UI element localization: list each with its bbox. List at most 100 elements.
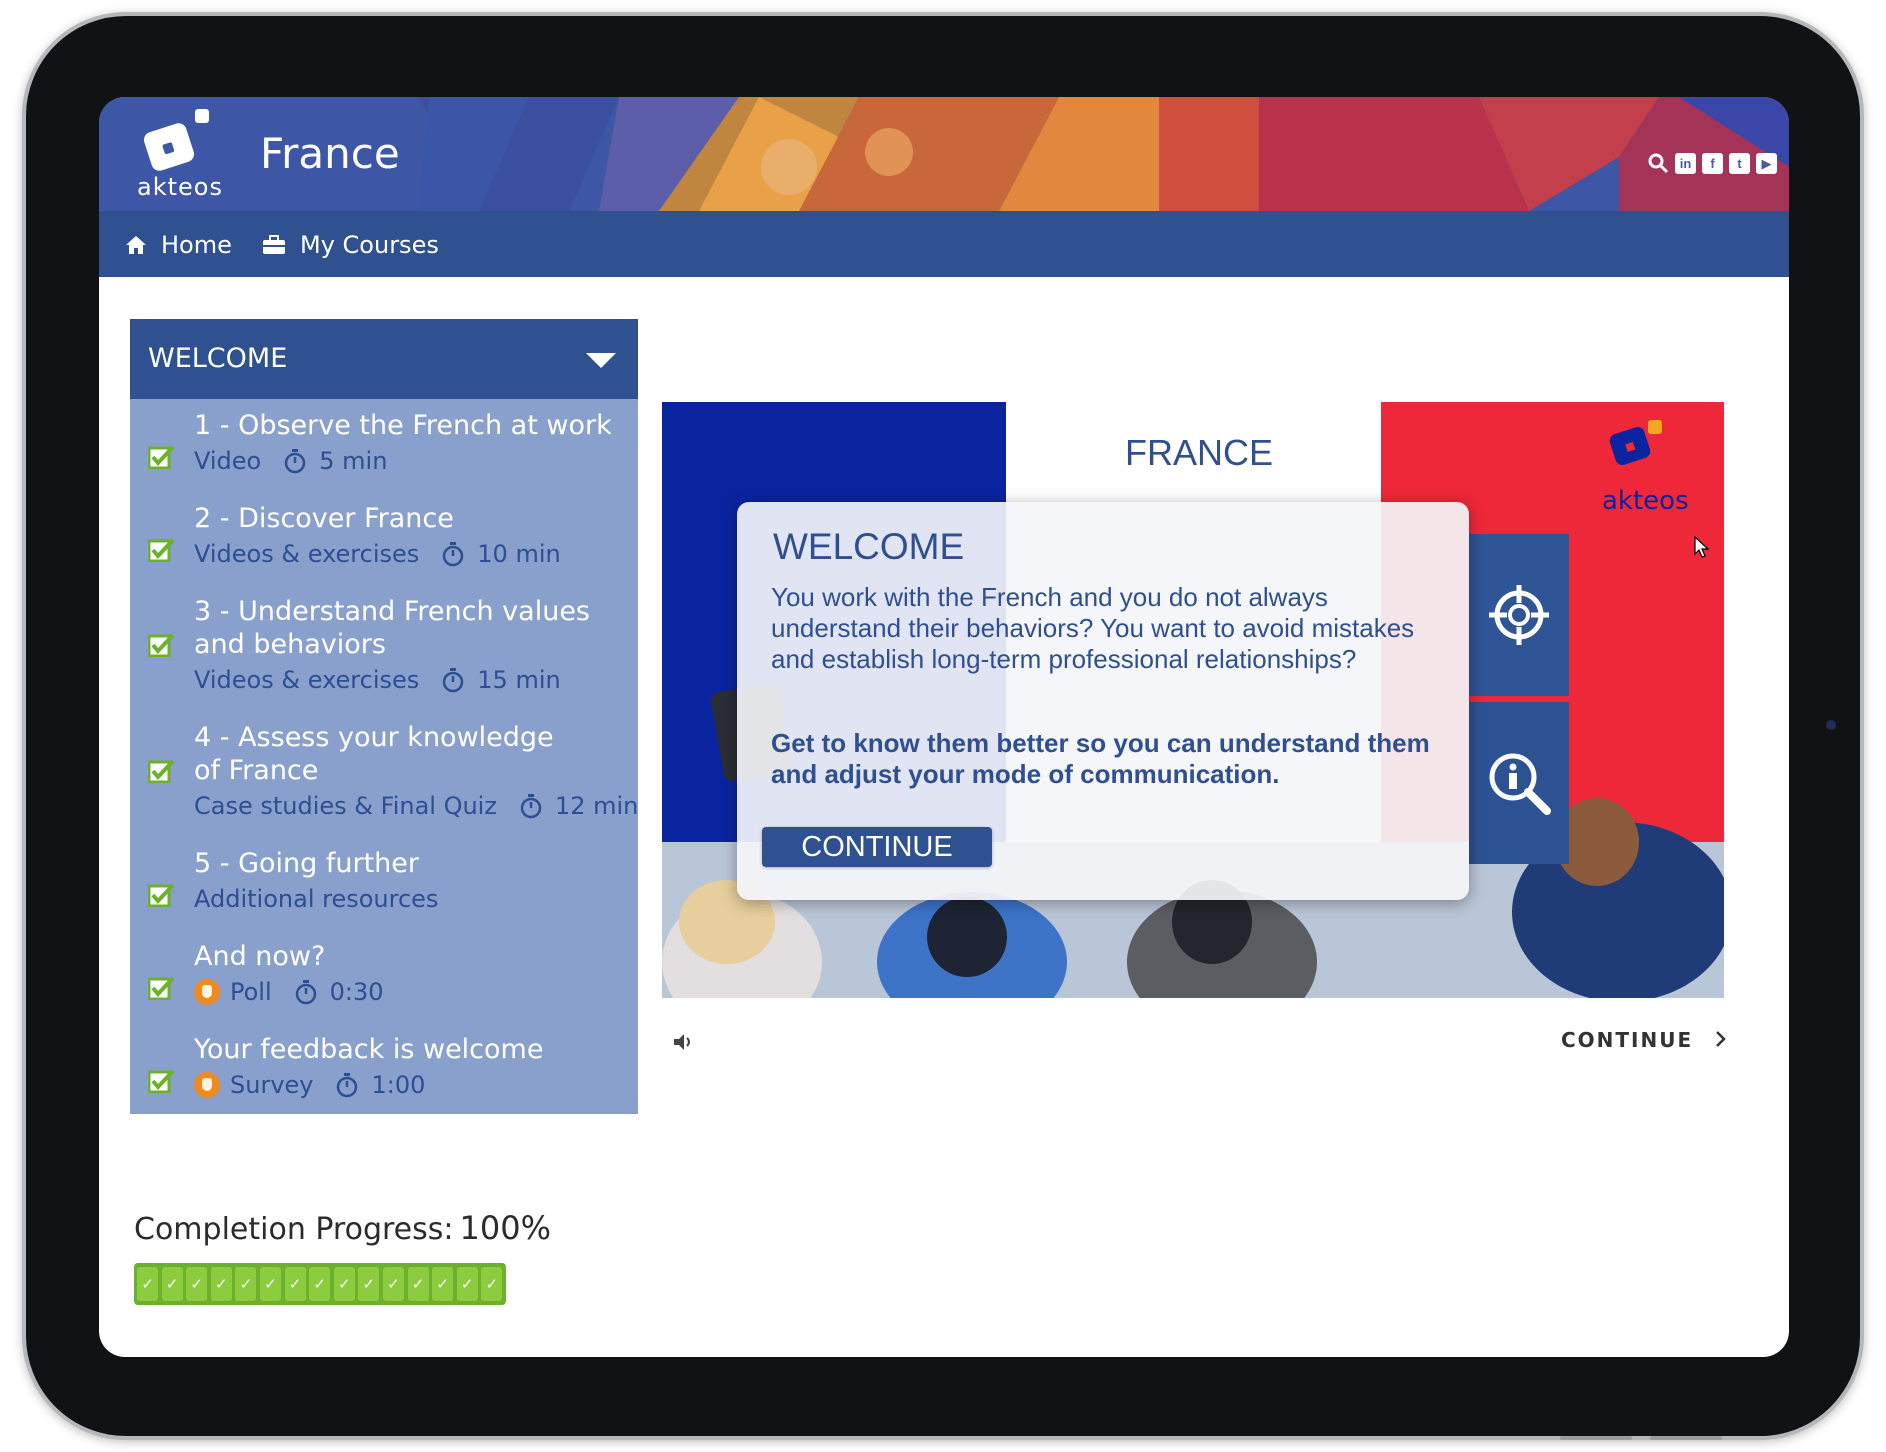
item-duration: 5 min: [319, 447, 388, 475]
progress-value: 100%: [459, 1209, 551, 1247]
item-type: Poll: [230, 978, 272, 1006]
timer-icon: [443, 542, 464, 567]
volume-button: [1650, 1436, 1722, 1440]
checkbox-checked-icon: [148, 883, 175, 907]
course-slide: FRANCE akteos WELCOME You work with the …: [662, 402, 1724, 998]
list-item[interactable]: 3 - Understand French values and behavio…: [130, 595, 638, 695]
progress-segment: ✓: [382, 1267, 404, 1301]
progress-segment: ✓: [432, 1267, 454, 1301]
item-type: Additional resources: [194, 885, 439, 913]
list-item[interactable]: 2 - Discover France Videos & exercises 1…: [130, 502, 638, 572]
facebook-icon[interactable]: f: [1702, 153, 1723, 174]
section-header-welcome[interactable]: WELCOME: [130, 319, 638, 399]
continue-label: CONTINUE: [1561, 1028, 1694, 1052]
item-duration: 10 min: [477, 540, 561, 568]
timer-icon: [443, 668, 464, 693]
progress-label: Completion Progress: 100%: [134, 1209, 551, 1247]
checkbox-checked-icon: [148, 633, 175, 657]
checkbox-checked-icon: [148, 538, 175, 562]
progress-segment: ✓: [259, 1267, 281, 1301]
item-title: 1 - Observe the French at work: [194, 410, 612, 441]
item-title: 4 - Assess your knowledge of France: [194, 722, 554, 786]
info-search-tile[interactable]: [1469, 702, 1569, 864]
progress-segment: ✓: [235, 1267, 257, 1301]
progress-segment: ✓: [137, 1267, 158, 1301]
section-title: WELCOME: [148, 343, 288, 374]
target-tile[interactable]: [1469, 534, 1569, 696]
home-icon: [126, 236, 146, 254]
mouse-cursor-icon: [1694, 536, 1710, 558]
progress-label-text: Completion Progress:: [134, 1212, 454, 1247]
welcome-modal: WELCOME You work with the French and you…: [737, 502, 1469, 900]
nav-my-courses[interactable]: My Courses: [262, 231, 439, 259]
item-type: Video: [194, 447, 262, 475]
item-meta: Videos & exercises 15 min: [194, 666, 561, 694]
hand-icon: [194, 1072, 220, 1098]
search-icon[interactable]: [1648, 153, 1669, 174]
linkedin-icon[interactable]: in: [1675, 153, 1696, 174]
progress-segment: ✓: [407, 1267, 429, 1301]
list-item[interactable]: 4 - Assess your knowledge of France Case…: [130, 721, 638, 821]
progress-segment: ✓: [186, 1267, 208, 1301]
item-title: 5 - Going further: [194, 848, 419, 879]
progress-segment: ✓: [333, 1267, 355, 1301]
item-title: And now?: [194, 941, 326, 972]
akteos-logo-icon: [1609, 420, 1662, 465]
target-icon: [1489, 585, 1549, 645]
social-links: in f t ▶: [1648, 153, 1777, 174]
chevron-right-icon: [1716, 1031, 1726, 1047]
twitter-icon[interactable]: t: [1729, 153, 1750, 174]
item-meta: Videos & exercises 10 min: [194, 540, 561, 568]
caret-down-icon[interactable]: [586, 353, 616, 368]
slide-title: FRANCE: [1125, 432, 1274, 473]
timer-icon: [285, 449, 306, 474]
course-outline: WELCOME 1 - Observe the French at work V…: [130, 319, 638, 1114]
item-type: Videos & exercises: [194, 666, 420, 694]
item-type: Videos & exercises: [194, 540, 420, 568]
checkbox-checked-icon: [148, 759, 175, 783]
nav-my-courses-label: My Courses: [300, 231, 439, 259]
modal-heading: WELCOME: [773, 526, 965, 567]
screen: akteos France in f t ▶ Home My Courses W…: [99, 97, 1789, 1357]
progress-segment: ✓: [309, 1267, 331, 1301]
volume-icon[interactable]: [672, 1032, 694, 1052]
list-item[interactable]: 1 - Observe the French at work Video 5 m…: [130, 409, 638, 479]
progress-bar: ✓ ✓ ✓ ✓ ✓ ✓ ✓ ✓ ✓ ✓ ✓ ✓ ✓ ✓ ✓: [134, 1263, 506, 1305]
nav-home[interactable]: Home: [125, 231, 232, 259]
item-meta: Case studies & Final Quiz 12 min: [194, 792, 638, 820]
list-item[interactable]: And now? Poll 0:30: [130, 940, 638, 1010]
progress-segment: ✓: [481, 1267, 503, 1301]
item-meta: Survey 1:00: [194, 1071, 425, 1099]
main-nav: Home My Courses: [99, 211, 1789, 277]
info-search-icon: [1489, 753, 1551, 815]
item-duration: 12 min: [554, 792, 639, 820]
nav-home-label: Home: [161, 231, 232, 259]
modal-continue-button[interactable]: CONTINUE: [762, 827, 992, 867]
slide-logo-text: akteos: [1602, 486, 1689, 516]
briefcase-icon: [263, 235, 285, 254]
progress-segment: ✓: [284, 1267, 306, 1301]
checkbox-checked-icon: [148, 976, 175, 1000]
progress-segment: ✓: [161, 1267, 183, 1301]
hand-icon: [194, 979, 220, 1005]
item-title: 2 - Discover France: [194, 503, 454, 534]
volume-button: [1560, 1436, 1632, 1440]
header-banner: akteos France in f t ▶: [99, 97, 1789, 211]
progress-segment: ✓: [456, 1267, 478, 1301]
list-item[interactable]: Your feedback is welcome Survey 1:00: [130, 1033, 638, 1103]
logo-text: akteos: [137, 173, 223, 201]
list-item[interactable]: 5 - Going further Additional resources: [130, 847, 638, 917]
timer-icon: [295, 980, 316, 1005]
item-meta: Video 5 min: [194, 447, 387, 475]
modal-emphasis: Get to know them better so you can under…: [771, 728, 1430, 789]
checkbox-checked-icon: [148, 1069, 175, 1093]
progress-segment: ✓: [358, 1267, 380, 1301]
item-duration: 1:00: [371, 1071, 426, 1099]
camera-dot: [1826, 720, 1836, 730]
progress-segment: ✓: [210, 1267, 232, 1301]
timer-icon: [337, 1073, 358, 1098]
page-title: France: [260, 129, 400, 178]
modal-paragraph: You work with the French and you do not …: [771, 582, 1415, 674]
youtube-icon[interactable]: ▶: [1756, 153, 1777, 174]
continue-link[interactable]: CONTINUE: [1561, 1028, 1728, 1052]
